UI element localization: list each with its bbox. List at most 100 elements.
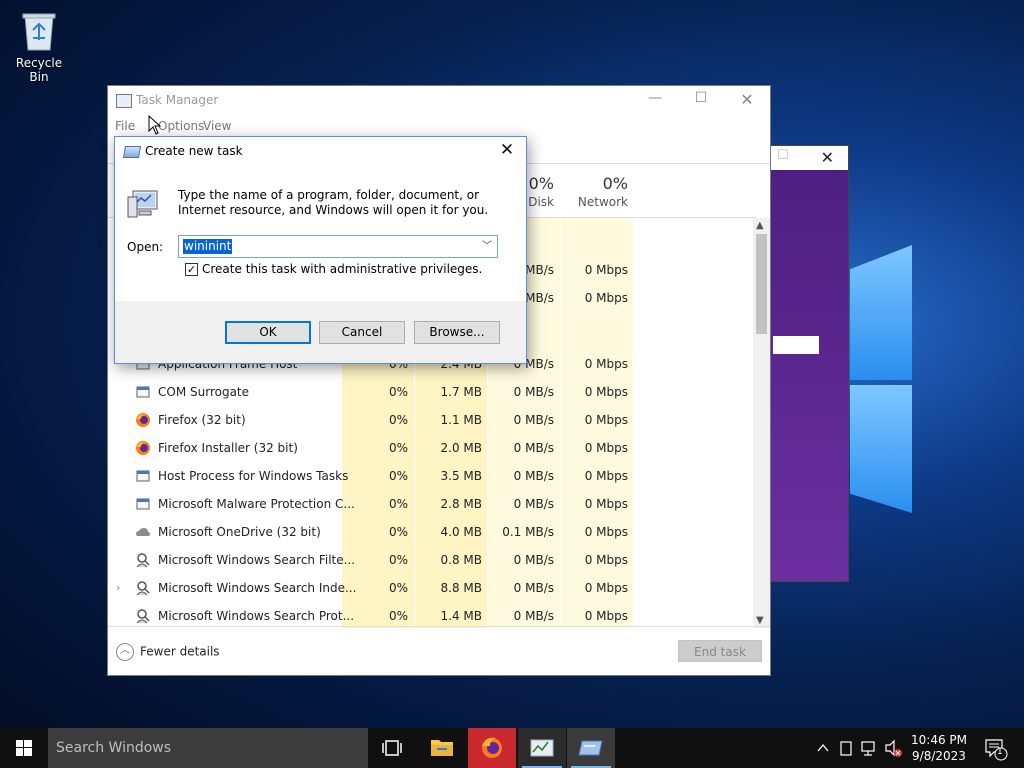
create-new-task-dialog[interactable]: Create new task ✕ Type the name of a pro… <box>114 136 527 364</box>
cpu-cell: 0% <box>388 469 408 483</box>
open-label: Open: <box>127 240 164 254</box>
scroll-up-icon[interactable]: ▲ <box>756 220 764 231</box>
task-view-button[interactable] <box>368 728 416 768</box>
cpu-cell: 0% <box>388 553 408 567</box>
task-manager-icon <box>530 739 554 757</box>
disk-cell: 0 MB/s <box>513 441 554 455</box>
cpu-cell: 0% <box>388 497 408 511</box>
scrollbar-thumb[interactable] <box>756 234 767 334</box>
network-cell: 0 Mbps <box>584 357 628 371</box>
recycle-bin-label: Recycle Bin <box>15 56 63 84</box>
task-manager-titlebar[interactable]: Task Manager — ☐ ✕ <box>108 86 770 116</box>
open-input-value[interactable]: wininint <box>183 239 233 254</box>
chevron-down-icon[interactable]: ﹀ <box>479 238 495 255</box>
network-cell: 0 Mbps <box>584 609 628 623</box>
network-cell: 0 Mbps <box>584 497 628 511</box>
task-view-icon <box>382 740 402 756</box>
admin-checkbox[interactable]: ✓ <box>185 263 198 276</box>
process-name: Microsoft Windows Search Inde... <box>158 581 357 595</box>
process-name: Microsoft OneDrive (32 bit) <box>158 525 321 539</box>
menu-options[interactable]: Options <box>158 119 204 133</box>
mouse-cursor-icon <box>148 115 162 135</box>
network-cell: 0 Mbps <box>584 441 628 455</box>
maximize-icon[interactable]: ☐ <box>777 148 789 163</box>
dialog-description: Type the name of a program, folder, docu… <box>178 188 489 217</box>
table-row[interactable]: Microsoft Windows Search Filte... 0% 0.8 M… <box>108 546 758 574</box>
cancel-button[interactable]: Cancel <box>319 321 405 344</box>
run-icon <box>122 146 142 158</box>
browse-button[interactable]: Browse... <box>414 321 500 344</box>
notification-count: 1 <box>997 747 1003 757</box>
network-cell: 0 Mbps <box>584 291 628 305</box>
start-button[interactable] <box>0 728 48 768</box>
firefox-taskbar-button[interactable] <box>468 728 516 768</box>
admin-checkbox-label[interactable]: Create this task with administrative pri… <box>202 262 482 276</box>
run-icon <box>578 740 603 756</box>
menu-file[interactable]: File <box>115 119 135 133</box>
memory-cell: 1.1 MB <box>440 413 482 427</box>
network-cell: 0 Mbps <box>584 469 628 483</box>
disk-cell: 0 MB/s <box>513 413 554 427</box>
clock-time: 10:46 PM <box>911 733 967 747</box>
ok-button[interactable]: OK <box>225 321 311 344</box>
fewer-details-button[interactable]: ︿ Fewer details <box>116 643 220 661</box>
background-window-titlebar[interactable]: ☐ ✕ <box>769 146 848 170</box>
close-icon[interactable]: ✕ <box>496 140 518 162</box>
tray-network-button[interactable] <box>858 728 880 768</box>
scroll-down-icon[interactable]: ▼ <box>756 615 764 626</box>
disk-cell: 0 MB/s <box>513 497 554 511</box>
maximize-icon[interactable]: ☐ <box>686 90 716 112</box>
minimize-icon[interactable]: — <box>640 90 670 112</box>
network-cell: 0 Mbps <box>584 553 628 567</box>
process-name: Host Process for Windows Tasks <box>158 469 349 483</box>
clock-date: 9/8/2023 <box>912 749 966 763</box>
show-hidden-icons-button[interactable] <box>812 728 834 768</box>
firefox-icon <box>482 737 502 758</box>
run-dialog-taskbar-button[interactable] <box>567 728 615 768</box>
network-cell: 0 Mbps <box>584 385 628 399</box>
memory-cell: 4.0 MB <box>440 525 482 539</box>
vertical-scrollbar[interactable]: ▲ ▼ <box>753 218 770 628</box>
dialog-titlebar[interactable]: Create new task ✕ <box>115 137 526 167</box>
action-center-button[interactable]: 1 <box>980 728 1010 768</box>
notification-icon <box>985 739 1008 761</box>
task-manager-icon <box>116 94 132 108</box>
table-row[interactable]: Host Process for Windows Tasks 0% 3.5 MB 0 … <box>108 462 758 490</box>
file-explorer-button[interactable] <box>418 728 466 768</box>
recycle-bin[interactable]: Recycle Bin <box>6 6 72 84</box>
table-row[interactable]: COM Surrogate 0% 1.7 MB 0 MB/s 0 Mbps <box>108 378 758 406</box>
open-combobox[interactable]: wininint ﹀ <box>178 235 498 258</box>
table-row[interactable]: Microsoft OneDrive (32 bit) 0% 4.0 MB 0.1 M… <box>108 518 758 546</box>
disk-cell: 0 MB/s <box>513 609 554 623</box>
process-name: Microsoft Windows Search Filte... <box>158 553 356 567</box>
chevron-right-icon[interactable]: › <box>116 581 120 594</box>
table-row[interactable]: Firefox Installer (32 bit) 0% 2.0 MB 0 MB/s… <box>108 434 758 462</box>
background-window[interactable]: ☐ ✕ <box>768 145 849 582</box>
memory-cell: 0.8 MB <box>440 553 482 567</box>
search-input[interactable]: Search Windows <box>48 728 368 768</box>
task-manager-taskbar-button[interactable] <box>518 728 566 768</box>
table-row[interactable]: › Microsoft Windows Search Inde... 0% 8.8 M… <box>108 574 758 602</box>
network-cell: 0 Mbps <box>584 525 628 539</box>
close-icon[interactable]: ✕ <box>732 90 762 112</box>
firefox-icon <box>136 413 150 427</box>
cpu-cell: 0% <box>388 413 408 427</box>
folder-icon <box>431 740 453 756</box>
search-person-icon <box>136 553 150 568</box>
end-task-button[interactable]: End task <box>678 640 762 662</box>
process-name: Firefox Installer (32 bit) <box>158 441 298 455</box>
table-row[interactable]: Microsoft Malware Protection C... 0% 2.8 M… <box>108 490 758 518</box>
close-icon[interactable]: ✕ <box>821 148 834 167</box>
menu-view[interactable]: View <box>203 119 231 133</box>
memory-cell: 2.8 MB <box>440 497 482 511</box>
tray-volume-button[interactable] <box>882 728 904 768</box>
windows-logo-wallpaper <box>846 245 914 513</box>
network-percent: 0% <box>602 174 628 193</box>
tray-tablet-button[interactable] <box>836 728 856 768</box>
tablet-icon <box>840 741 852 756</box>
network-column-header[interactable]: 0% Network <box>561 174 628 218</box>
cpu-cell: 0% <box>388 581 408 595</box>
clock[interactable]: 10:46 PM 9/8/2023 <box>906 732 972 764</box>
cpu-cell: 0% <box>388 441 408 455</box>
table-row[interactable]: Firefox (32 bit) 0% 1.1 MB 0 MB/s 0 Mbps <box>108 406 758 434</box>
